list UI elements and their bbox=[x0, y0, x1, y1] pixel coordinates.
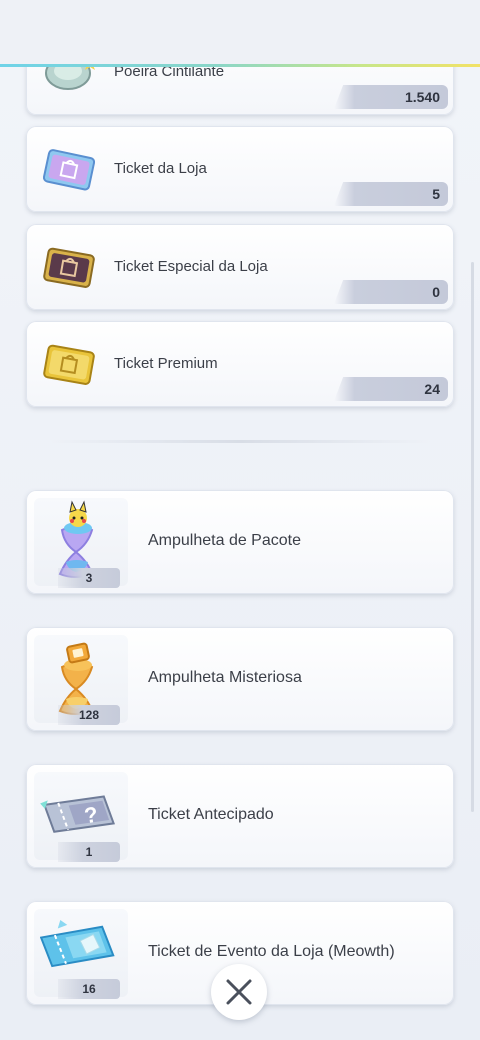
currency-count-badge: 1.540 bbox=[334, 85, 448, 109]
currency-card-premium-ticket[interactable]: Ticket Premium 24 bbox=[26, 321, 454, 407]
currency-label: Poeira Cintilante bbox=[114, 67, 225, 80]
special-shop-ticket-icon bbox=[42, 246, 98, 290]
item-label: Ticket Antecipado bbox=[148, 806, 274, 823]
close-icon bbox=[226, 979, 252, 1005]
section-divider bbox=[50, 440, 430, 443]
currency-count: 24 bbox=[424, 381, 440, 397]
shimmering-dust-icon bbox=[42, 67, 98, 95]
premium-ticket-icon bbox=[42, 343, 98, 387]
currency-count: 5 bbox=[432, 186, 440, 202]
currency-card-shop-ticket[interactable]: Ticket da Loja 5 bbox=[26, 126, 454, 212]
item-quantity: 16 bbox=[82, 982, 96, 996]
close-button[interactable] bbox=[211, 964, 267, 1020]
currency-count: 1.540 bbox=[404, 89, 440, 105]
scrollbar[interactable] bbox=[471, 262, 474, 812]
item-quantity: 128 bbox=[78, 708, 100, 722]
currency-card-shimmering-dust[interactable]: Poeira Cintilante 1.540 bbox=[26, 67, 454, 115]
currency-count-badge: 5 bbox=[334, 182, 448, 206]
shop-ticket-icon bbox=[42, 148, 98, 192]
item-quantity-badge: 3 bbox=[58, 568, 120, 588]
item-quantity-badge: 128 bbox=[58, 705, 120, 725]
currency-card-special-shop-ticket[interactable]: Ticket Especial da Loja 0 bbox=[26, 224, 454, 310]
item-card-advance-ticket[interactable]: ? 1 Ticket Antecipado bbox=[26, 764, 454, 868]
item-card-pack-hourglass[interactable]: 3 Ampulheta de Pacote bbox=[26, 490, 454, 594]
item-quantity-badge: 16 bbox=[58, 979, 120, 999]
item-label: Ampulheta Misteriosa bbox=[148, 669, 302, 686]
currency-count: 0 bbox=[432, 284, 440, 300]
currency-label: Ticket Especial da Loja bbox=[114, 258, 268, 275]
accent-line bbox=[0, 64, 480, 67]
item-quantity: 1 bbox=[85, 845, 93, 859]
item-card-mystery-hourglass[interactable]: 128 Ampulheta Misteriosa bbox=[26, 627, 454, 731]
item-label: Ticket de Evento da Loja (Meowth) bbox=[148, 943, 395, 960]
currency-count-badge: 24 bbox=[334, 377, 448, 401]
currency-label: Ticket Premium bbox=[114, 355, 218, 372]
currency-count-badge: 0 bbox=[334, 280, 448, 304]
items-panel[interactable]: Poeira Cintilante 1.540 Ticket da Loja 5 bbox=[0, 67, 480, 1040]
item-label: Ampulheta de Pacote bbox=[148, 532, 301, 549]
top-bar bbox=[0, 0, 480, 66]
item-quantity: 3 bbox=[85, 571, 93, 585]
currency-label: Ticket da Loja bbox=[114, 160, 207, 177]
item-quantity-badge: 1 bbox=[58, 842, 120, 862]
